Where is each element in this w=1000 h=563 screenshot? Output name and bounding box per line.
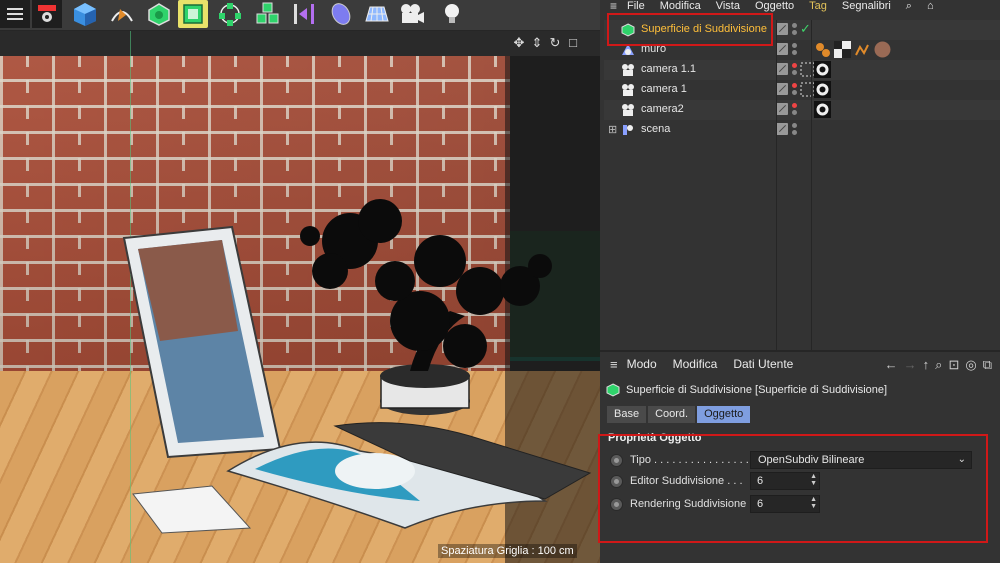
attribute-title-row: Superficie di Suddivisione [Superficie d… xyxy=(606,382,887,398)
subdivision-surface-active-icon[interactable] xyxy=(178,0,208,28)
object-row-scena[interactable]: ⊞ scena xyxy=(604,120,1000,140)
editor-render-dots[interactable] xyxy=(792,102,798,118)
search-icon[interactable]: ⌕ xyxy=(906,0,912,12)
editor-render-dots[interactable] xyxy=(792,62,798,78)
object-name: camera 1.1 xyxy=(641,63,697,75)
menu-segnalibri[interactable]: Segnalibri xyxy=(842,0,891,12)
magazine xyxy=(226,422,592,529)
column-divider xyxy=(776,20,777,350)
render-settings-icon[interactable] xyxy=(32,0,62,28)
object-row-camera-1[interactable]: camera 1 xyxy=(604,80,1000,100)
visibility-toggle[interactable] xyxy=(776,23,788,35)
menu-modo[interactable]: Modo xyxy=(627,357,657,371)
menu-dati-utente[interactable]: Dati Utente xyxy=(733,357,793,371)
object-name: scena xyxy=(641,123,671,135)
attribute-tabs: Base Coord. Oggetto xyxy=(607,406,751,423)
new-window-icon[interactable]: ⧉ xyxy=(983,357,992,373)
menu-tag[interactable]: Tag xyxy=(809,0,827,12)
expand-icon[interactable]: ⊞ xyxy=(608,123,617,136)
highlight-box-properties xyxy=(598,434,988,543)
bonsai-tree xyxy=(300,199,552,371)
visibility-toggle[interactable] xyxy=(776,123,788,135)
visibility-toggle[interactable] xyxy=(776,103,788,115)
tab-base[interactable]: Base xyxy=(607,406,647,423)
back-arrow-icon[interactable]: ← xyxy=(885,357,898,373)
visibility-toggle[interactable] xyxy=(776,83,788,95)
hamburger-menu-icon[interactable] xyxy=(0,0,30,28)
camera-icon xyxy=(622,104,634,116)
bonsai-pot xyxy=(380,364,470,415)
cube-primitive-icon[interactable] xyxy=(70,0,100,28)
subdivision-surface-icon xyxy=(606,383,620,397)
home-icon[interactable]: ⌂ xyxy=(927,0,934,12)
object-row-camera2[interactable]: camera2 xyxy=(604,100,1000,120)
column-divider xyxy=(811,20,812,350)
texture-tag-icon[interactable] xyxy=(834,41,851,58)
picture-frame xyxy=(122,225,282,459)
menu-vista[interactable]: Vista xyxy=(716,0,740,12)
target-icon[interactable]: ◎ xyxy=(965,357,976,373)
array-generator-icon[interactable] xyxy=(215,0,245,28)
scene-null-icon xyxy=(623,125,633,135)
main-toolbar xyxy=(0,0,600,31)
camera-icon xyxy=(622,84,634,96)
menu-modifica[interactable]: Modifica xyxy=(660,0,701,12)
camera-icon xyxy=(622,64,634,76)
camera-tag-icon[interactable] xyxy=(814,81,831,98)
hamburger-menu-icon[interactable]: ≡ xyxy=(610,0,617,12)
field-icon[interactable] xyxy=(326,0,356,28)
editor-render-dots[interactable] xyxy=(792,82,798,98)
viewport-navigation: ✥ ⇕ ↻ □ xyxy=(512,36,580,50)
paper-sheet xyxy=(132,485,252,534)
up-arrow-icon[interactable]: ↑ xyxy=(923,357,930,373)
enabled-check-icon[interactable]: ✓ xyxy=(800,21,811,37)
menu-oggetto[interactable]: Oggetto xyxy=(755,0,794,12)
attribute-title: Superficie di Suddivisione [Superficie d… xyxy=(626,384,888,396)
object-name: camera2 xyxy=(641,103,684,115)
maximize-view-icon[interactable]: □ xyxy=(566,36,580,50)
camera-tag-icon[interactable] xyxy=(814,101,831,118)
attribute-nav: ← → ↑ ⌕ ⊡ ◎ ⧉ xyxy=(885,357,992,373)
menu-modifica[interactable]: Modifica xyxy=(673,357,718,371)
move-view-icon[interactable]: ✥ xyxy=(512,36,526,50)
zoom-view-icon[interactable]: ⇕ xyxy=(530,36,544,50)
hamburger-menu-icon[interactable]: ≡ xyxy=(610,357,618,372)
compositing-tag-icon[interactable] xyxy=(854,41,871,58)
lock-icon[interactable]: ⊡ xyxy=(948,357,959,373)
camera-icon[interactable] xyxy=(397,0,427,28)
light-bulb-icon[interactable] xyxy=(437,0,467,28)
rotate-view-icon[interactable]: ↻ xyxy=(548,36,562,50)
forward-arrow-icon[interactable]: → xyxy=(904,357,917,373)
tab-coord[interactable]: Coord. xyxy=(648,406,696,423)
pen-spline-icon[interactable] xyxy=(107,0,137,28)
tab-oggetto[interactable]: Oggetto xyxy=(697,406,751,423)
object-manager-menubar: ≡ File Modifica Vista Oggetto Tag Segnal… xyxy=(604,0,1000,12)
camera-tag-icon[interactable] xyxy=(814,61,831,78)
scene-objects xyxy=(122,199,592,534)
object-manager: ≡ File Modifica Vista Oggetto Tag Segnal… xyxy=(604,0,1000,350)
deformer-icon[interactable] xyxy=(289,0,319,28)
editor-render-dots[interactable] xyxy=(792,42,798,58)
visibility-toggle[interactable] xyxy=(776,63,788,75)
material-tag-icon[interactable] xyxy=(874,41,891,58)
object-row-camera-1-1[interactable]: camera 1.1 xyxy=(604,60,1000,80)
highlight-box-object xyxy=(607,13,773,46)
phong-tag-icon[interactable] xyxy=(814,41,831,58)
floor-icon[interactable] xyxy=(362,0,392,28)
grid-spacing-label: Spaziatura Griglia : 100 cm xyxy=(438,544,577,558)
3d-viewport[interactable]: ✥ ⇕ ↻ □ Spaziatura Griglia : 100 cm xyxy=(0,31,600,563)
object-name: camera 1 xyxy=(641,83,687,95)
search-icon[interactable]: ⌕ xyxy=(935,357,942,373)
visibility-toggle[interactable] xyxy=(776,43,788,55)
cloner-icon[interactable] xyxy=(252,0,282,28)
menu-file[interactable]: File xyxy=(627,0,645,12)
subdivision-surface-icon[interactable] xyxy=(144,0,174,28)
editor-render-dots[interactable] xyxy=(792,22,798,38)
editor-render-dots[interactable] xyxy=(792,122,798,138)
